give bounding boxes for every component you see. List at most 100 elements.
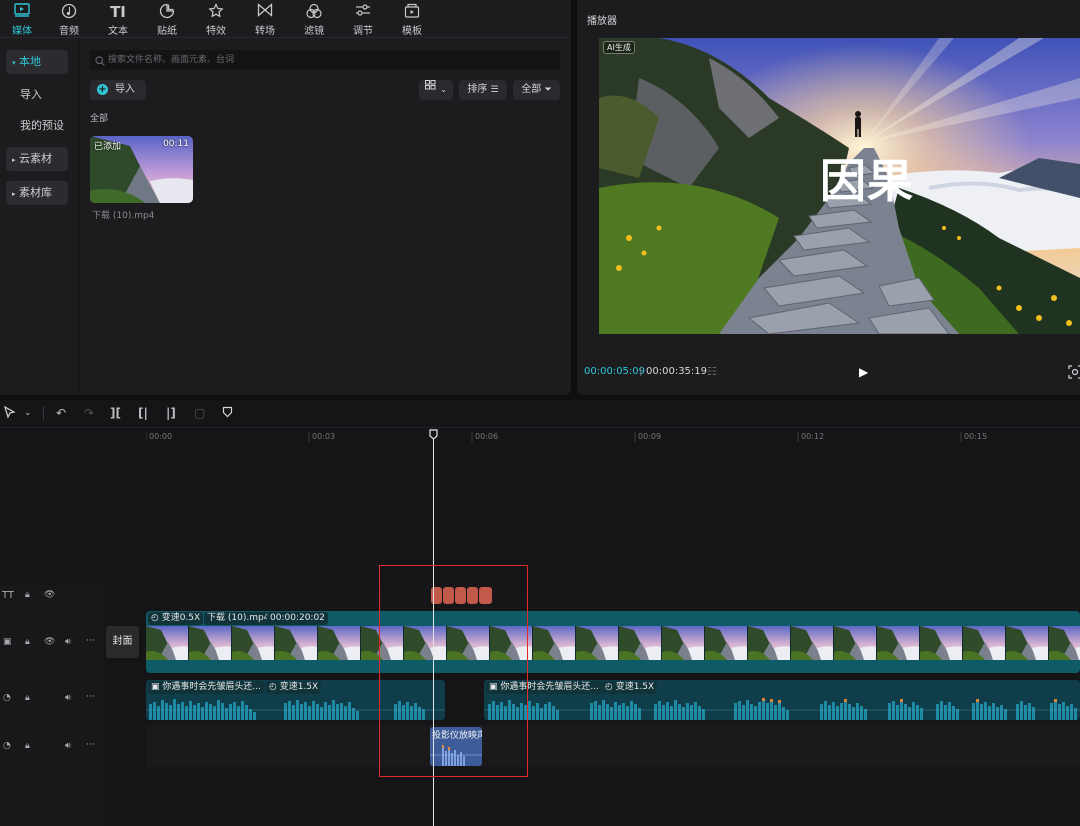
tab-text[interactable]: TI 文本 bbox=[96, 2, 140, 37]
tab-label: 滤镜 bbox=[304, 26, 324, 37]
tab-label: 媒体 bbox=[12, 26, 32, 37]
eye-icon[interactable]: 👁︎ bbox=[44, 590, 55, 600]
lock-icon[interactable]: 🔒︎ bbox=[25, 590, 30, 600]
toolbar-divider bbox=[43, 406, 44, 420]
redo-icon[interactable]: ↷ bbox=[84, 406, 94, 420]
overlay-title-text: 因果 bbox=[820, 154, 914, 208]
search-input[interactable]: 搜索文件名称、画面元素、台词 bbox=[90, 50, 560, 70]
split-left-icon[interactable]: [| bbox=[138, 406, 148, 420]
sidebar-item-local[interactable]: ▾ 本地 bbox=[6, 50, 68, 74]
sidebar-item-label: 我的预设 bbox=[20, 119, 64, 132]
audio-name-badge: ▣ 你遇事时会先皱眉头还... bbox=[148, 681, 264, 694]
time-separator: | bbox=[639, 366, 643, 377]
highlight-box bbox=[379, 565, 528, 777]
time-ruler[interactable] bbox=[145, 428, 1080, 444]
added-badge: 已添加 bbox=[94, 142, 122, 152]
more-icon[interactable]: ··· bbox=[86, 740, 95, 750]
effects-icon bbox=[194, 3, 238, 21]
tab-adjust[interactable]: 调节 bbox=[341, 2, 385, 37]
more-icon[interactable]: ··· bbox=[86, 636, 95, 646]
sidebar-item-label: 导入 bbox=[20, 88, 42, 101]
media-sidebar: ▾ 本地 导入 我的预设 ▸ 云素材 ▸ 素材库 bbox=[0, 38, 79, 395]
tab-label: 音频 bbox=[59, 26, 79, 37]
video-preview[interactable]: AI生成 因果 bbox=[599, 38, 1080, 334]
sfx-track bbox=[146, 725, 1080, 767]
sidebar-item-cloud[interactable]: ▸ 云素材 bbox=[6, 147, 68, 171]
search-placeholder: 搜索文件名称、画面元素、台词 bbox=[108, 55, 235, 65]
tab-effects[interactable]: 特效 bbox=[194, 2, 238, 37]
cover-button[interactable]: 封面 bbox=[106, 626, 139, 658]
marker-icon[interactable] bbox=[222, 406, 233, 421]
audio-waveform bbox=[484, 698, 1080, 720]
sort-button[interactable]: 排序 ☰ bbox=[459, 80, 507, 100]
lock-icon[interactable]: 🔒︎ bbox=[25, 741, 30, 751]
filter-button[interactable]: 全部 ⏷ bbox=[513, 80, 560, 100]
tab-transition[interactable]: 转场 bbox=[243, 2, 287, 37]
sidebar-item-label: 素材库 bbox=[19, 186, 53, 199]
video-duration-badge: 00:00:20:02 bbox=[267, 612, 328, 625]
timeline-grid-icon[interactable]: ☷ bbox=[707, 365, 717, 378]
import-label: 导入 bbox=[115, 84, 135, 95]
caret-right-icon: ▸ bbox=[12, 156, 16, 164]
tab-sticker[interactable]: 贴纸 bbox=[145, 2, 189, 37]
tab-label: 特效 bbox=[206, 26, 226, 37]
tab-template[interactable]: 模板 bbox=[390, 2, 434, 37]
sidebar-item-library[interactable]: ▸ 素材库 bbox=[6, 181, 68, 205]
filter-label: 全部 bbox=[521, 84, 542, 95]
sidebar-item-import[interactable]: 导入 bbox=[6, 83, 68, 107]
tab-media[interactable]: 媒体 bbox=[0, 2, 44, 37]
select-cursor-icon[interactable] bbox=[4, 405, 16, 422]
top-toolbar: 媒体 音频 TI 文本 贴纸 特效 转场 滤镜 调节 模板 bbox=[0, 0, 571, 38]
tab-audio[interactable]: 音频 bbox=[47, 2, 91, 37]
adjust-icon bbox=[341, 3, 385, 21]
caret-right-icon: ▸ bbox=[12, 190, 16, 198]
media-icon bbox=[0, 3, 44, 21]
sidebar-item-presets[interactable]: 我的预设 bbox=[6, 114, 68, 138]
section-label: 全部 bbox=[90, 114, 109, 124]
tab-filter[interactable]: 滤镜 bbox=[292, 2, 336, 37]
caption-icon: ▣ bbox=[151, 682, 163, 692]
split-right-icon[interactable]: |] bbox=[166, 406, 176, 420]
volume-icon[interactable]: 🔊︎ bbox=[65, 741, 71, 751]
sort-icon: ☰ bbox=[490, 85, 499, 95]
playhead-handle[interactable] bbox=[429, 429, 438, 440]
lock-icon[interactable]: 🔒︎ bbox=[25, 637, 30, 647]
eye-icon[interactable]: 👁︎ bbox=[44, 637, 55, 647]
chevron-down-icon: ⌄ bbox=[440, 85, 447, 94]
play-icon[interactable]: ▶ bbox=[859, 365, 868, 379]
volume-icon[interactable]: 🔊︎ bbox=[65, 637, 71, 647]
video-clip[interactable]: ◴ 变速0.5X 下载 (10).mp4 00:00:20:02 bbox=[146, 611, 1080, 673]
audio-track-icon: ◔ bbox=[3, 741, 11, 751]
view-mode-button[interactable]: ⌄ bbox=[419, 80, 453, 100]
import-button[interactable]: + 导入 bbox=[90, 80, 146, 100]
filter-icon bbox=[292, 3, 336, 21]
audio-clip[interactable]: ▣ 你遇事时会先皱眉头还... ◴ 变速1.5X bbox=[484, 680, 1080, 720]
video-name-badge: 下载 (10).mp4 bbox=[204, 612, 273, 625]
audio-track-icon: ◔ bbox=[3, 693, 11, 703]
sort-label: 排序 bbox=[467, 84, 488, 95]
media-clip-thumbnail[interactable]: 已添加 00:11 bbox=[90, 136, 193, 203]
video-filmstrip bbox=[146, 626, 1080, 660]
text-track bbox=[146, 585, 1080, 609]
audio-clip-name: 你遇事时会先皱眉头还... bbox=[162, 682, 261, 692]
tab-label: 调节 bbox=[353, 26, 373, 37]
audio-speed-label: 变速1.5X bbox=[279, 682, 319, 692]
text-track-icon: TT bbox=[2, 590, 15, 601]
chevron-down-icon[interactable]: ⌄ bbox=[24, 408, 32, 418]
split-icon[interactable]: ][ bbox=[110, 406, 121, 420]
sticker-icon bbox=[145, 3, 189, 21]
audio-icon bbox=[47, 3, 91, 21]
video-speed-label: 变速0.5X bbox=[161, 613, 201, 623]
sidebar-item-label: 云素材 bbox=[19, 152, 53, 165]
delete-icon[interactable]: ▢ bbox=[194, 406, 205, 420]
track-headers bbox=[0, 585, 104, 826]
media-clip-filename: 下载 (10).mp4 bbox=[92, 211, 155, 221]
undo-icon[interactable]: ↶ bbox=[56, 406, 66, 420]
ruler-label: 00:09 bbox=[638, 432, 662, 441]
total-time: 00:00:35:19 bbox=[646, 366, 708, 377]
more-icon[interactable]: ··· bbox=[86, 692, 95, 702]
fullscreen-icon[interactable] bbox=[1068, 365, 1080, 379]
audio-speed-label: 变速1.5X bbox=[615, 682, 655, 692]
volume-icon[interactable]: 🔊︎ bbox=[65, 693, 71, 703]
lock-icon[interactable]: 🔒︎ bbox=[25, 693, 30, 703]
